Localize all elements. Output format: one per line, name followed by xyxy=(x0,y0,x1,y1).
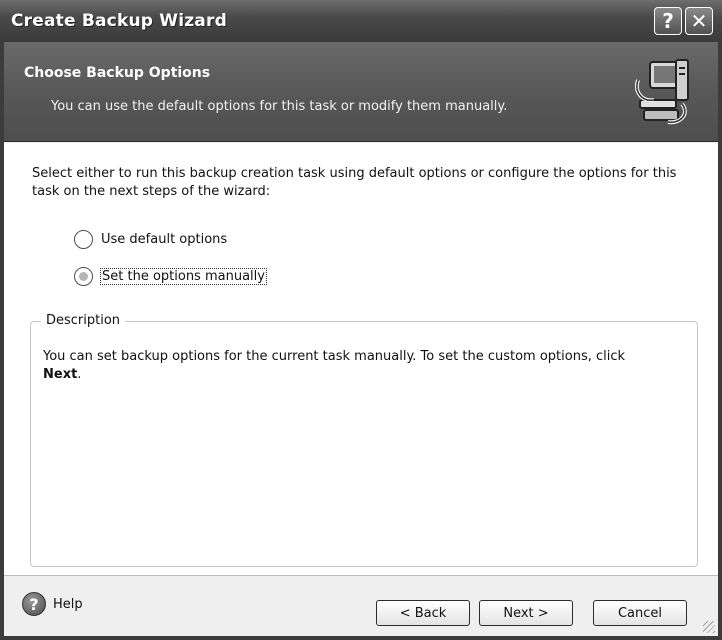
backup-computer-icon xyxy=(635,59,689,125)
description-text: You can set backup options for the curre… xyxy=(43,349,626,364)
resize-grip[interactable] xyxy=(703,621,715,633)
close-icon: ✕ xyxy=(690,9,708,33)
option-default[interactable]: Use default options xyxy=(74,230,227,249)
description-emphasis: Next xyxy=(43,367,78,382)
description-text-block: You can set backup options for the curre… xyxy=(43,348,683,384)
page-title: Choose Backup Options xyxy=(24,65,211,81)
option-manual-label[interactable]: Set the options manually xyxy=(100,268,267,285)
window-title: Create Backup Wizard xyxy=(11,11,227,31)
intro-text: Select either to run this backup creatio… xyxy=(32,166,677,199)
wizard-body: Select either to run this backup creatio… xyxy=(4,143,718,575)
back-button[interactable]: < Back xyxy=(376,600,470,626)
wizard-footer: ? Help < Back Next > Cancel xyxy=(4,575,718,636)
cancel-button[interactable]: Cancel xyxy=(593,600,687,626)
close-button[interactable]: ✕ xyxy=(685,7,713,35)
help-label[interactable]: Help xyxy=(53,597,83,612)
title-bar: Create Backup Wizard ? ✕ xyxy=(0,0,722,42)
wizard-client-area: Choose Backup Options You can use the de… xyxy=(4,42,718,636)
radio-default[interactable] xyxy=(74,230,93,249)
title-help-button[interactable]: ? xyxy=(654,7,682,35)
description-trailing: . xyxy=(77,367,82,382)
page-subtitle: You can use the default options for this… xyxy=(51,99,508,114)
option-manual[interactable]: Set the options manually xyxy=(74,267,267,286)
radio-manual[interactable] xyxy=(74,267,93,286)
wizard-window: Create Backup Wizard ? ✕ Choose Backup O… xyxy=(0,0,722,640)
description-legend: Description xyxy=(41,313,126,328)
help-icon[interactable]: ? xyxy=(22,592,46,616)
option-default-label[interactable]: Use default options xyxy=(101,232,227,247)
help-link[interactable]: ? Help xyxy=(22,592,83,616)
description-group: Description You can set backup options f… xyxy=(30,313,698,567)
wizard-header: Choose Backup Options You can use the de… xyxy=(4,42,718,142)
question-icon: ? xyxy=(662,9,674,33)
next-button[interactable]: Next > xyxy=(479,600,573,626)
